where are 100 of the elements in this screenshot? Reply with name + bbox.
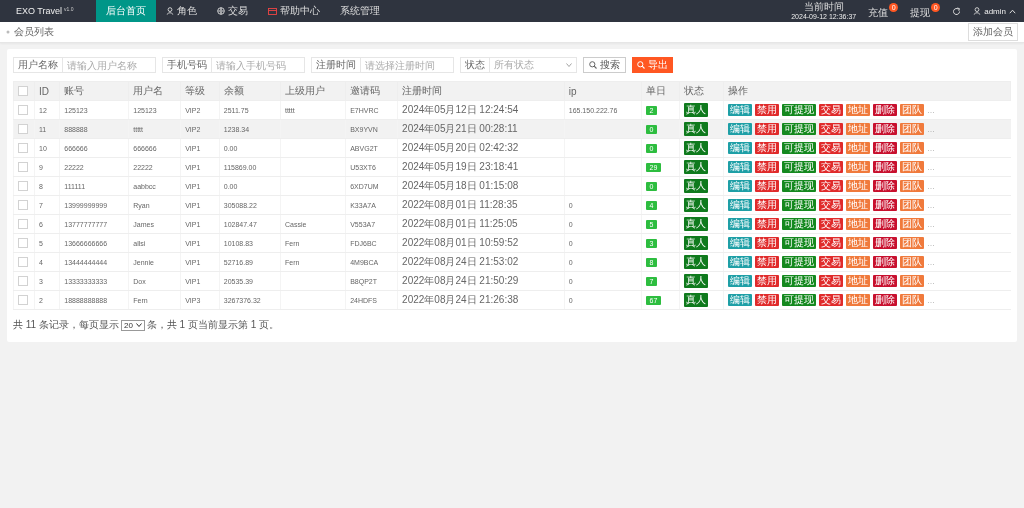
action-button[interactable]: 禁用 — [755, 294, 780, 306]
action-button[interactable]: 团队 — [900, 294, 925, 306]
checkbox[interactable] — [18, 200, 28, 210]
action-button[interactable]: 交易 — [819, 123, 844, 135]
action-button[interactable]: 编辑 — [728, 218, 753, 230]
action-button[interactable]: 团队 — [900, 218, 925, 230]
action-button[interactable]: 交易 — [819, 161, 844, 173]
action-button[interactable]: 编辑 — [728, 104, 753, 116]
action-button[interactable]: 删除 — [873, 199, 898, 211]
action-button[interactable]: 删除 — [873, 161, 898, 173]
more-button[interactable]: … — [927, 106, 936, 115]
action-button[interactable]: 交易 — [819, 294, 844, 306]
action-button[interactable]: 编辑 — [728, 161, 753, 173]
action-button[interactable]: 删除 — [873, 180, 898, 192]
action-button[interactable]: 禁用 — [755, 161, 780, 173]
checkbox[interactable] — [18, 105, 28, 115]
more-button[interactable]: … — [927, 144, 936, 153]
action-button[interactable]: 删除 — [873, 123, 898, 135]
action-button[interactable]: 交易 — [819, 180, 844, 192]
action-button[interactable]: 删除 — [873, 218, 898, 230]
action-button[interactable]: 编辑 — [728, 123, 753, 135]
action-button[interactable]: 删除 — [873, 275, 898, 287]
action-button[interactable]: 地址 — [846, 256, 871, 268]
checkbox[interactable] — [18, 124, 28, 134]
action-button[interactable]: 地址 — [846, 275, 871, 287]
search-button[interactable]: 搜索 — [583, 57, 626, 73]
action-button[interactable]: 地址 — [846, 142, 871, 154]
action-button[interactable]: 交易 — [819, 199, 844, 211]
action-button[interactable]: 编辑 — [728, 237, 753, 249]
action-button[interactable]: 禁用 — [755, 275, 780, 287]
action-button[interactable]: 交易 — [819, 237, 844, 249]
action-button[interactable]: 团队 — [900, 199, 925, 211]
filter-field[interactable]: 请输入用户名称 — [63, 57, 156, 73]
action-button[interactable]: 交易 — [819, 104, 844, 116]
action-button[interactable]: 可提现 — [782, 142, 817, 154]
action-button[interactable]: 禁用 — [755, 218, 780, 230]
action-button[interactable]: 地址 — [846, 199, 871, 211]
checkbox[interactable] — [18, 276, 28, 286]
action-button[interactable]: 团队 — [900, 275, 925, 287]
action-button[interactable]: 地址 — [846, 180, 871, 192]
action-button[interactable]: 禁用 — [755, 256, 780, 268]
checkbox[interactable] — [18, 257, 28, 267]
breadcrumb-item[interactable]: 会员列表 — [14, 25, 54, 39]
action-button[interactable]: 删除 — [873, 104, 898, 116]
action-button[interactable]: 可提现 — [782, 256, 817, 268]
action-button[interactable]: 团队 — [900, 104, 925, 116]
action-button[interactable]: 地址 — [846, 161, 871, 173]
action-button[interactable]: 可提现 — [782, 180, 817, 192]
action-button[interactable]: 可提现 — [782, 294, 817, 306]
checkbox[interactable] — [18, 181, 28, 191]
action-button[interactable]: 团队 — [900, 142, 925, 154]
more-button[interactable]: … — [927, 163, 936, 172]
counter-link[interactable]: 充值 — [868, 6, 889, 20]
action-button[interactable]: 地址 — [846, 237, 871, 249]
action-button[interactable]: 编辑 — [728, 256, 753, 268]
status-select[interactable]: 所有状态 — [490, 57, 577, 73]
action-button[interactable]: 团队 — [900, 123, 925, 135]
action-button[interactable]: 禁用 — [755, 142, 780, 154]
action-button[interactable]: 交易 — [819, 142, 844, 154]
action-button[interactable]: 可提现 — [782, 104, 817, 116]
action-button[interactable]: 编辑 — [728, 199, 753, 211]
action-button[interactable]: 删除 — [873, 237, 898, 249]
more-button[interactable]: … — [927, 125, 936, 134]
action-button[interactable]: 编辑 — [728, 180, 753, 192]
nav-tab[interactable]: 角色 — [156, 0, 207, 22]
action-button[interactable]: 地址 — [846, 104, 871, 116]
action-button[interactable]: 删除 — [873, 142, 898, 154]
action-button[interactable]: 可提现 — [782, 161, 817, 173]
action-button[interactable]: 地址 — [846, 123, 871, 135]
checkbox[interactable] — [18, 162, 28, 172]
more-button[interactable]: … — [927, 277, 936, 286]
action-button[interactable]: 交易 — [819, 256, 844, 268]
more-button[interactable]: … — [927, 182, 936, 191]
checkbox[interactable] — [18, 295, 28, 305]
action-button[interactable]: 交易 — [819, 218, 844, 230]
nav-tab[interactable]: 帮助中心 — [258, 0, 330, 22]
filter-field[interactable]: 请输入手机号码 — [212, 57, 305, 73]
action-button[interactable]: 可提现 — [782, 237, 817, 249]
action-button[interactable]: 可提现 — [782, 275, 817, 287]
action-button[interactable]: 禁用 — [755, 123, 780, 135]
action-button[interactable]: 团队 — [900, 161, 925, 173]
checkbox[interactable] — [18, 219, 28, 229]
more-button[interactable]: … — [927, 296, 936, 305]
action-button[interactable]: 删除 — [873, 294, 898, 306]
action-button[interactable]: 可提现 — [782, 218, 817, 230]
action-button[interactable]: 编辑 — [728, 294, 753, 306]
action-button[interactable]: 团队 — [900, 256, 925, 268]
action-button[interactable]: 交易 — [819, 275, 844, 287]
counter-link[interactable]: 提现 — [910, 6, 931, 20]
action-button[interactable]: 团队 — [900, 237, 925, 249]
checkbox[interactable] — [18, 86, 28, 96]
nav-tab[interactable]: 交易 — [207, 0, 258, 22]
action-button[interactable]: 编辑 — [728, 275, 753, 287]
checkbox[interactable] — [18, 238, 28, 248]
action-button[interactable]: 可提现 — [782, 199, 817, 211]
action-button[interactable]: 编辑 — [728, 142, 753, 154]
nav-tab[interactable]: 系统管理 — [330, 0, 390, 22]
more-button[interactable]: … — [927, 239, 936, 248]
action-button[interactable]: 禁用 — [755, 237, 780, 249]
action-button[interactable]: 禁用 — [755, 104, 780, 116]
